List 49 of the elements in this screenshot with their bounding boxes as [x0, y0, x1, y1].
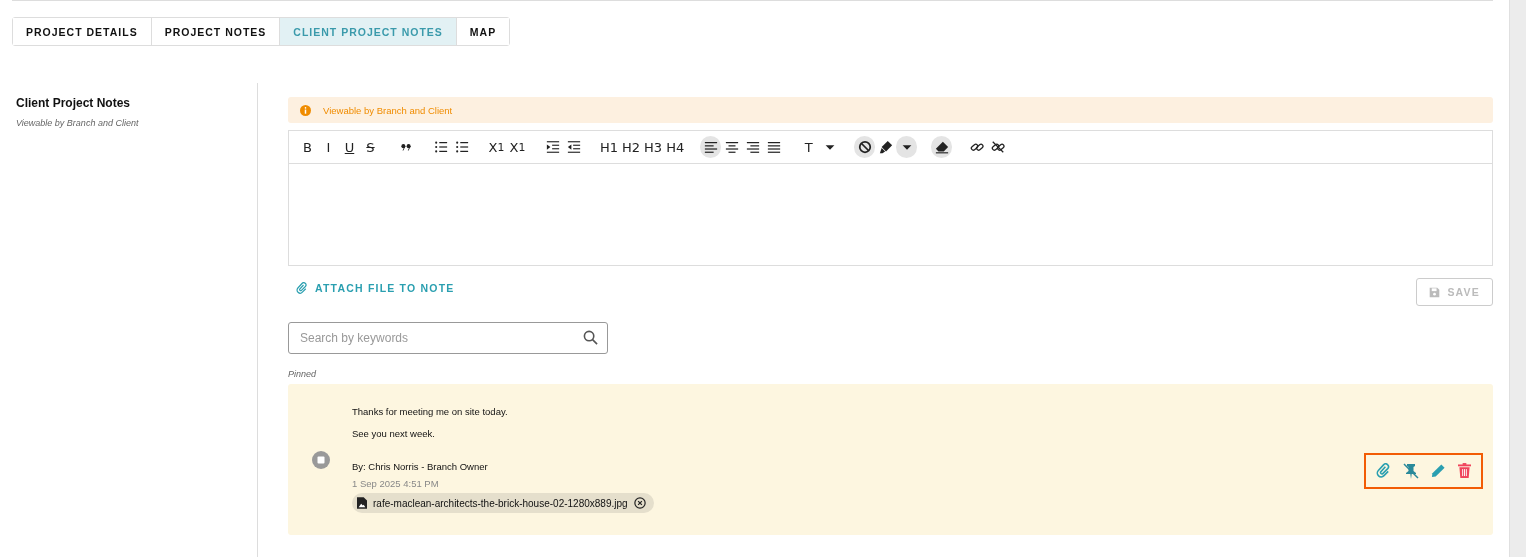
note-author: By: Chris Norris - Branch Owner	[352, 461, 489, 472]
link-icon	[969, 140, 984, 154]
none-icon	[857, 140, 872, 154]
align-left-button[interactable]	[700, 136, 722, 158]
unpin-icon[interactable]	[1403, 462, 1419, 479]
attachment-chip[interactable]: rafe-maclean-architects-the-brick-house-02-1280x889.jpg	[352, 493, 654, 513]
bullets-icon	[454, 140, 469, 154]
attach-icon[interactable]	[1376, 463, 1391, 478]
note-date: 1 Sep 2025 4:51 PM	[352, 478, 440, 489]
section-subtitle: Viewable by Branch and Client	[16, 118, 140, 128]
align-right-icon	[745, 140, 760, 154]
image-file-icon	[357, 497, 367, 509]
indent-icon	[545, 140, 560, 154]
info-icon	[300, 104, 311, 116]
align-center-icon	[724, 140, 739, 154]
format-button[interactable]: H3	[642, 136, 665, 158]
align-left-icon	[703, 140, 718, 154]
unlink-icon	[990, 140, 1005, 154]
delete-icon[interactable]	[1458, 463, 1471, 478]
note-icon	[312, 450, 330, 469]
attachment-name: rafe-maclean-architects-the-brick-house-02-1280x889.jpg	[373, 497, 628, 509]
edit-icon[interactable]	[1431, 463, 1446, 478]
section-title: Client Project Notes	[16, 96, 132, 110]
scrollbar[interactable]	[1509, 0, 1526, 557]
note-text: Thanks for meeting me on site today.	[352, 406, 509, 417]
pinned-label: Pinned	[288, 369, 318, 379]
note-text: See you next week.	[352, 428, 436, 439]
remove-icon[interactable]	[633, 497, 646, 509]
none-button[interactable]	[854, 136, 876, 158]
outdent-icon	[566, 140, 581, 154]
format-button[interactable]: T	[798, 136, 820, 158]
format-button[interactable]: H2	[620, 136, 643, 158]
format-button[interactable]: H4	[664, 136, 687, 158]
format-button[interactable]: I	[318, 136, 339, 158]
paperclip-icon	[296, 282, 308, 294]
tab[interactable]: PROJECT DETAILS	[13, 18, 152, 45]
caret-button[interactable]	[896, 136, 918, 158]
search-icon	[583, 330, 598, 345]
eraser-icon	[934, 140, 949, 154]
format-button[interactable]: U	[339, 136, 360, 158]
alert-text: Viewable by Branch and Client	[323, 104, 453, 116]
format-button[interactable]: B	[297, 136, 318, 158]
marker-icon	[878, 140, 893, 154]
search-field[interactable]: Search by keywords	[288, 322, 608, 354]
justify-icon	[766, 140, 781, 154]
eraser-button[interactable]	[931, 136, 953, 158]
save-icon	[1429, 286, 1441, 298]
format-button[interactable]: S	[360, 136, 381, 158]
format-button[interactable]: H1	[598, 136, 621, 158]
